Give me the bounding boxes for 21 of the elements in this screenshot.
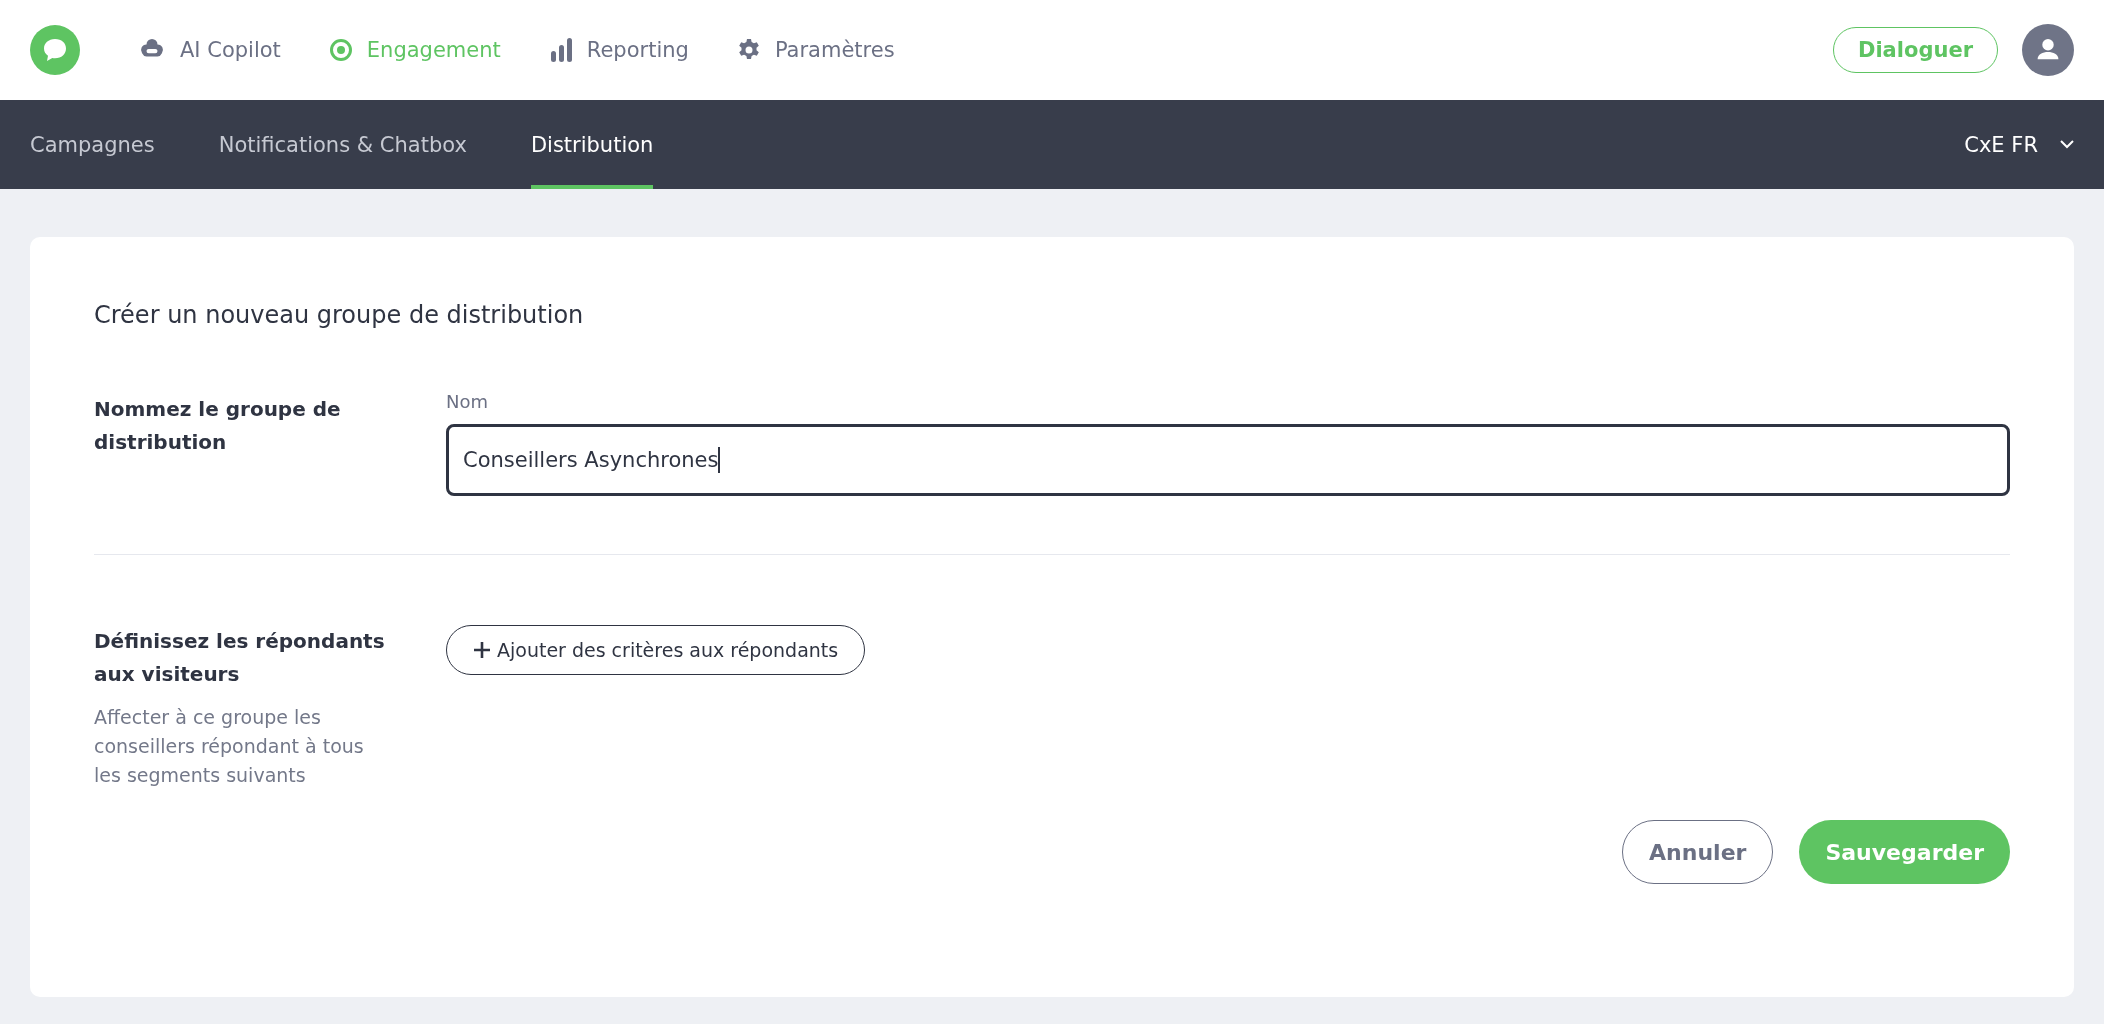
nav-item[interactable]: AI Copilot	[138, 38, 281, 62]
add-criteria-button[interactable]: Ajouter des critères aux répondants	[446, 625, 866, 675]
form-title: Créer un nouveau groupe de distribution	[94, 301, 585, 329]
section-heading: Définissez les répondants aux visiteurs	[94, 628, 386, 688]
cancel-button[interactable]: Annuler	[1622, 820, 1774, 884]
chevron-down-icon[interactable]	[2060, 140, 2074, 149]
section-heading: Nommez le groupe de distribution	[94, 396, 342, 456]
name-input-field[interactable]: Conseillers Asynchrones	[446, 424, 2010, 496]
field-label: Nom	[446, 391, 489, 412]
settings-icon	[736, 38, 761, 62]
target-icon	[328, 38, 353, 62]
nav-item[interactable]: Paramètres	[736, 38, 895, 62]
tab[interactable]: Campagnes	[30, 100, 155, 189]
bar-chart-icon	[548, 38, 573, 62]
nav-item[interactable]: Reporting	[548, 38, 689, 62]
user-avatar-icon[interactable]	[2022, 24, 2074, 76]
tab[interactable]: Notifications & Chatbox	[218, 100, 467, 189]
tab[interactable]: Distribution	[530, 100, 654, 189]
section-description: Affecter à ce groupe les conseillers répondant à tous les segments suivants	[94, 705, 365, 788]
plus-icon	[473, 641, 491, 659]
workspace-selector[interactable]: CxE FR	[1964, 132, 2038, 157]
